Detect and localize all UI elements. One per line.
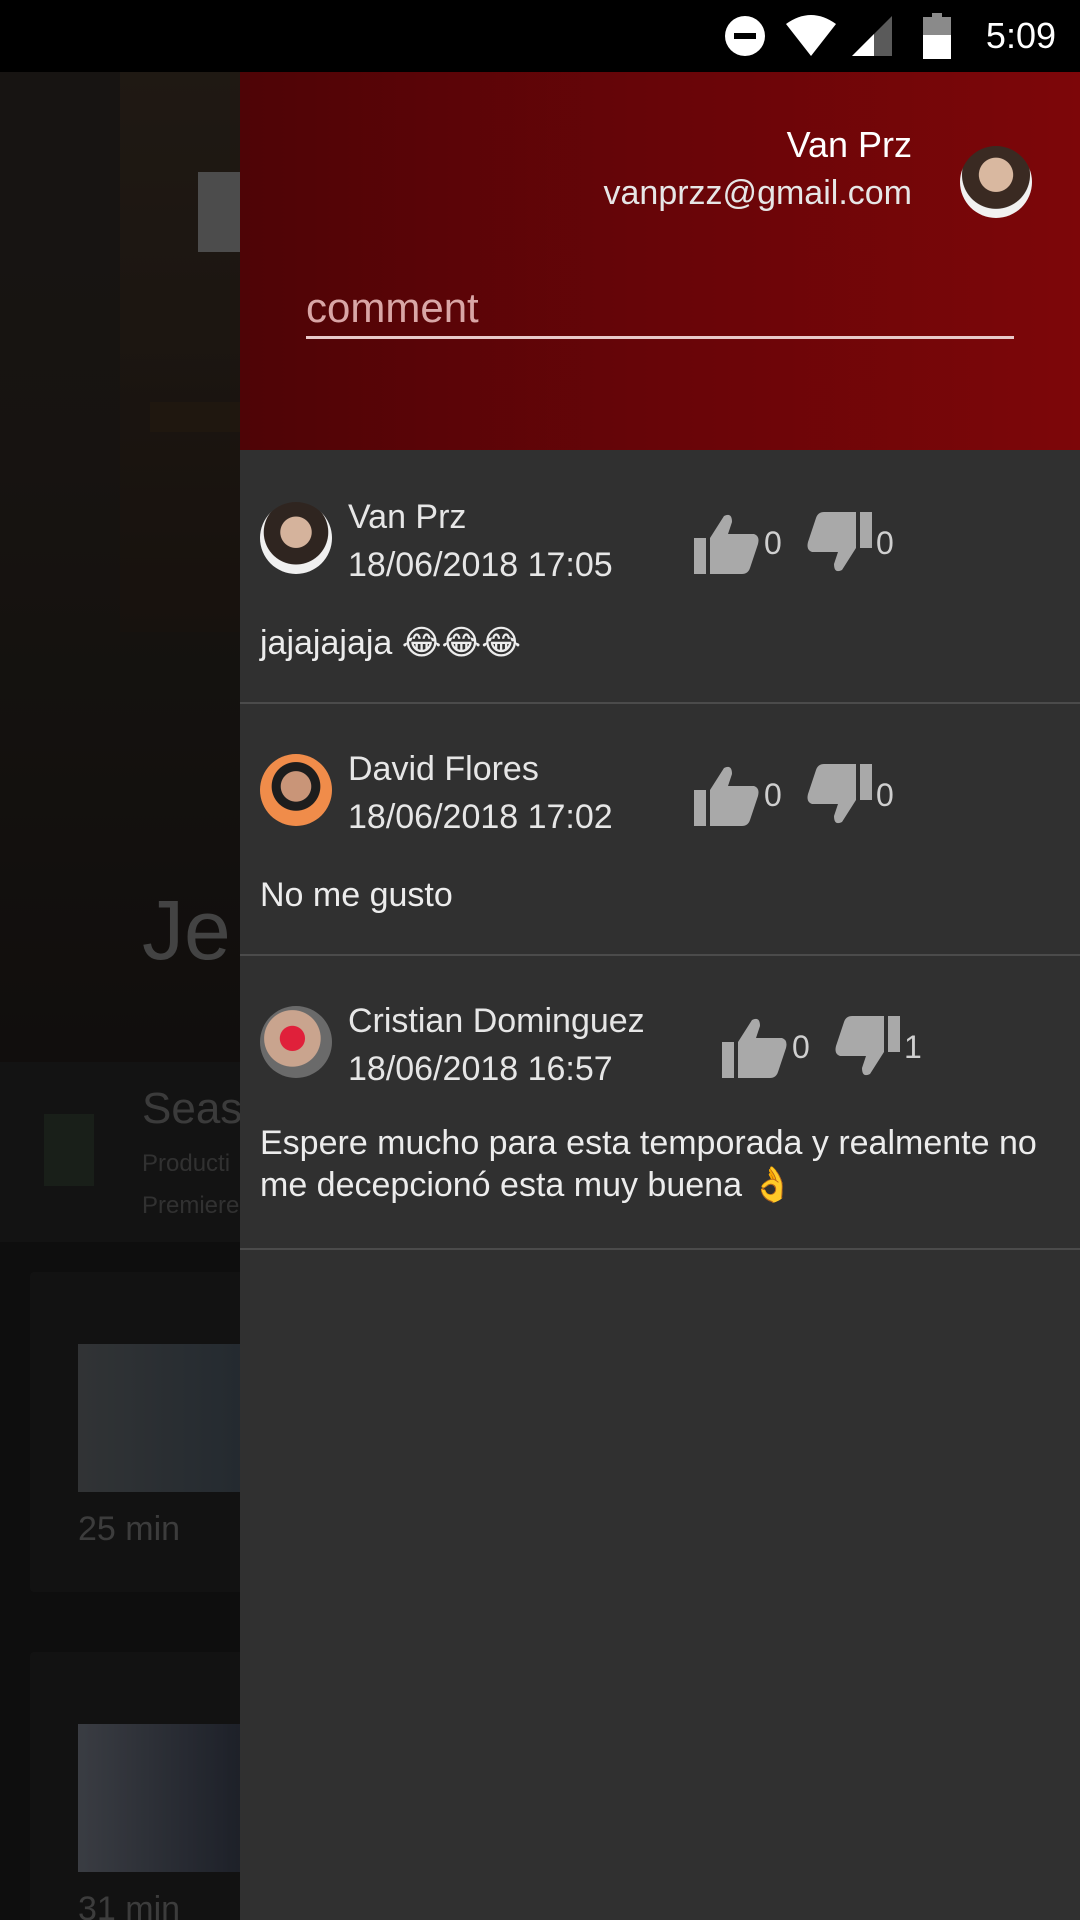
like-button[interactable]: 0 (694, 512, 782, 574)
user-email: vanprzz@gmail.com (603, 174, 913, 212)
user-avatar[interactable] (960, 146, 1032, 218)
dislike-button[interactable]: 0 (806, 512, 894, 574)
thumbs-down-icon (807, 512, 872, 572)
comment-text: No me gusto (260, 876, 453, 914)
like-button[interactable]: 0 (694, 764, 782, 826)
like-count: 0 (792, 1028, 810, 1065)
dislike-count: 0 (876, 776, 894, 813)
clock: 5:09 (985, 15, 1056, 56)
thumbs-down-icon (835, 1016, 900, 1076)
thumbs-down-icon (807, 764, 872, 824)
battery-icon (920, 0, 954, 72)
comment-author: Cristian Dominguez (348, 1002, 645, 1040)
comments-drawer: Van Prz vanprzz@gmail.com Van Prz 18/06/… (240, 72, 1080, 1920)
comment-item: Van Prz 18/06/2018 17:05 0 0 jajajajaja … (240, 450, 1080, 704)
comment-item: Cristian Dominguez 18/06/2018 16:57 0 1 … (240, 954, 1080, 1250)
avatar (260, 502, 332, 574)
comment-input[interactable] (306, 280, 1014, 339)
status-bar: 5:09 (0, 0, 1080, 72)
comment-text: jajajajaja 😂😂😂 (260, 624, 521, 662)
wifi-icon (784, 0, 838, 72)
dislike-button[interactable]: 0 (806, 764, 894, 826)
comment-date: 18/06/2018 16:57 (348, 1050, 613, 1088)
like-button[interactable]: 0 (722, 1016, 810, 1078)
thumbs-up-icon (722, 1018, 787, 1078)
drawer-header: Van Prz vanprzz@gmail.com (240, 72, 1080, 450)
do-not-disturb-icon (724, 0, 766, 72)
comment-item: David Flores 18/06/2018 17:02 0 0 No me … (240, 702, 1080, 956)
like-count: 0 (764, 776, 782, 813)
avatar (260, 754, 332, 826)
like-count: 0 (764, 524, 782, 561)
comment-date: 18/06/2018 17:02 (348, 798, 613, 836)
comment-date: 18/06/2018 17:05 (348, 546, 613, 584)
avatar (260, 1006, 332, 1078)
cellular-signal-icon (850, 0, 894, 72)
dislike-button[interactable]: 1 (834, 1016, 922, 1078)
dislike-count: 1 (904, 1028, 922, 1065)
dislike-count: 0 (876, 524, 894, 561)
thumbs-up-icon (694, 766, 759, 826)
comment-text: Espere mucho para esta temporada y realm… (260, 1124, 1037, 1204)
user-name: Van Prz (786, 124, 912, 165)
comment-author: David Flores (348, 750, 539, 788)
thumbs-up-icon (694, 514, 759, 574)
comment-author: Van Prz (348, 498, 467, 536)
